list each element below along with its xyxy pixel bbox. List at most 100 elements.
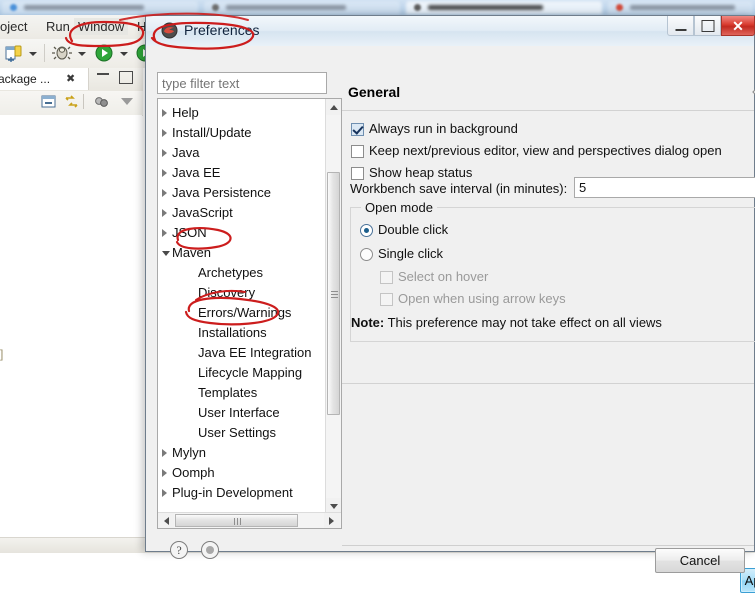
chevron-right-icon[interactable] xyxy=(162,109,167,117)
radio-label: Double click xyxy=(378,222,449,237)
tab-favicon xyxy=(414,4,421,11)
chevron-right-icon xyxy=(329,517,334,525)
dialog-title-bar[interactable]: Preferences ✕ xyxy=(146,16,755,47)
new-wizard-dropdown-icon[interactable] xyxy=(29,52,37,56)
tab-title-blur xyxy=(630,5,735,10)
new-wizard-icon[interactable] xyxy=(4,44,24,67)
package-explorer-tree[interactable]: eb8] xyxy=(0,115,142,552)
close-icon[interactable]: ✖ xyxy=(66,72,75,85)
question-mark-icon: ? xyxy=(176,543,182,557)
tree-item-label: Lifecycle Mapping xyxy=(198,365,303,380)
tree-item-label: Java EE xyxy=(172,165,221,180)
tree-item-label: Help xyxy=(172,105,199,120)
minimize-button[interactable] xyxy=(667,16,694,36)
progress-indicator-icon xyxy=(206,546,214,554)
toolbar-separator xyxy=(83,94,84,109)
tree-item-label: Maven xyxy=(172,245,212,260)
view-menu-filter-icon[interactable] xyxy=(93,94,110,115)
chevron-right-icon[interactable] xyxy=(162,489,167,497)
radio-button xyxy=(360,224,373,237)
chevron-down-icon xyxy=(330,504,338,509)
menu-project[interactable]: oject xyxy=(0,18,31,35)
tree-vertical-scrollbar[interactable] xyxy=(325,99,341,514)
chevron-up-icon xyxy=(330,105,338,110)
toolbar-separator xyxy=(44,44,45,62)
checkbox-label: Show heap status xyxy=(369,165,473,180)
debug-dropdown-icon[interactable] xyxy=(78,52,86,56)
browser-tab-strip xyxy=(0,0,755,15)
maximize-view-icon[interactable] xyxy=(119,71,133,84)
maximize-button[interactable] xyxy=(694,16,721,36)
progress-button[interactable] xyxy=(201,541,219,559)
debug-icon[interactable] xyxy=(52,44,72,67)
tree-item-label: Mylyn xyxy=(172,445,206,460)
chevron-right-icon[interactable] xyxy=(162,469,167,477)
tab-favicon xyxy=(212,4,219,11)
radio-label: Single click xyxy=(378,246,444,261)
open-mode-note: Note: This preference may not take effec… xyxy=(351,315,662,330)
chevron-right-icon[interactable] xyxy=(162,129,167,137)
checkbox-box xyxy=(351,167,364,180)
tree-item-label: JSON xyxy=(172,225,207,240)
preferences-dialog: Preferences ✕ Help Install/Update Java Java… xyxy=(145,15,755,593)
page-bottom-divider xyxy=(342,383,754,384)
tree-item-label: Oomph xyxy=(172,465,215,480)
link-with-editor-icon[interactable] xyxy=(63,94,80,115)
package-explorer-view: Package ... ✖ xyxy=(0,68,144,552)
chevron-right-icon[interactable] xyxy=(162,229,167,237)
page-title: General xyxy=(348,84,401,100)
close-icon: ✕ xyxy=(732,17,744,34)
vertical-scroll-thumb[interactable] xyxy=(327,172,340,415)
filter-input[interactable] xyxy=(157,72,327,94)
collapse-all-icon[interactable] xyxy=(41,94,58,115)
tree-item-label: Errors/Warnings xyxy=(198,305,292,320)
tree-item-label: Java Persistence xyxy=(172,185,271,200)
preference-page: General Always run in background Keep ne… xyxy=(342,66,755,593)
run-icon[interactable] xyxy=(94,44,114,67)
tree-item-label: JavaScript xyxy=(172,205,233,220)
view-toolbar xyxy=(0,91,143,116)
dialog-title: Preferences xyxy=(184,22,260,38)
chevron-right-icon[interactable] xyxy=(162,169,167,177)
checkbox-label: Always run in background xyxy=(369,121,518,136)
tab-favicon xyxy=(616,4,623,11)
menu-run[interactable]: Run xyxy=(42,18,74,35)
close-button[interactable]: ✕ xyxy=(721,16,755,36)
chevron-right-icon[interactable] xyxy=(162,149,167,157)
run-dropdown-icon[interactable] xyxy=(120,52,128,56)
scroll-up-button[interactable] xyxy=(326,99,341,115)
checkbox-box xyxy=(380,293,393,306)
title-divider xyxy=(342,110,754,111)
open-mode-legend: Open mode xyxy=(361,200,437,215)
menu-window[interactable]: Window xyxy=(74,18,129,35)
save-interval-input[interactable] xyxy=(574,177,755,198)
tree-item-label: Java xyxy=(172,145,200,160)
minimize-view-icon[interactable] xyxy=(97,73,109,75)
tab-title-blur xyxy=(428,5,543,10)
help-button[interactable]: ? xyxy=(170,541,188,559)
chevron-right-icon[interactable] xyxy=(162,189,167,197)
scroll-left-button[interactable] xyxy=(158,513,174,528)
tree-horizontal-scrollbar[interactable] xyxy=(158,512,341,528)
checkbox-box xyxy=(380,271,393,284)
horizontal-scroll-thumb[interactable] xyxy=(175,514,298,527)
view-menu-icon[interactable] xyxy=(121,98,133,105)
minimize-icon xyxy=(675,28,686,31)
note-prefix: Note: xyxy=(351,315,385,330)
chevron-right-icon[interactable] xyxy=(162,209,167,217)
scroll-right-button[interactable] xyxy=(324,513,340,528)
tree-item-label: Archetypes xyxy=(198,265,264,280)
package-explorer-tab[interactable]: Package ... ✖ xyxy=(0,68,89,90)
maximize-icon xyxy=(701,19,714,32)
chevron-left-icon xyxy=(164,517,169,525)
preferences-tree[interactable]: Help Install/Update Java Java EE Java Persis… xyxy=(158,99,326,514)
tree-item-label: User Interface xyxy=(198,405,280,420)
checkbox-box xyxy=(351,123,364,136)
checkbox-label: Open when using arrow keys xyxy=(398,291,566,306)
tree-item-label: Discovery xyxy=(198,285,256,300)
note-text: This preference may not take effect on a… xyxy=(384,315,662,330)
chevron-down-icon[interactable] xyxy=(162,251,170,256)
package-explorer-project-label: eb8] xyxy=(0,347,4,361)
tree-item-label: Templates xyxy=(198,385,258,400)
chevron-right-icon[interactable] xyxy=(162,449,167,457)
